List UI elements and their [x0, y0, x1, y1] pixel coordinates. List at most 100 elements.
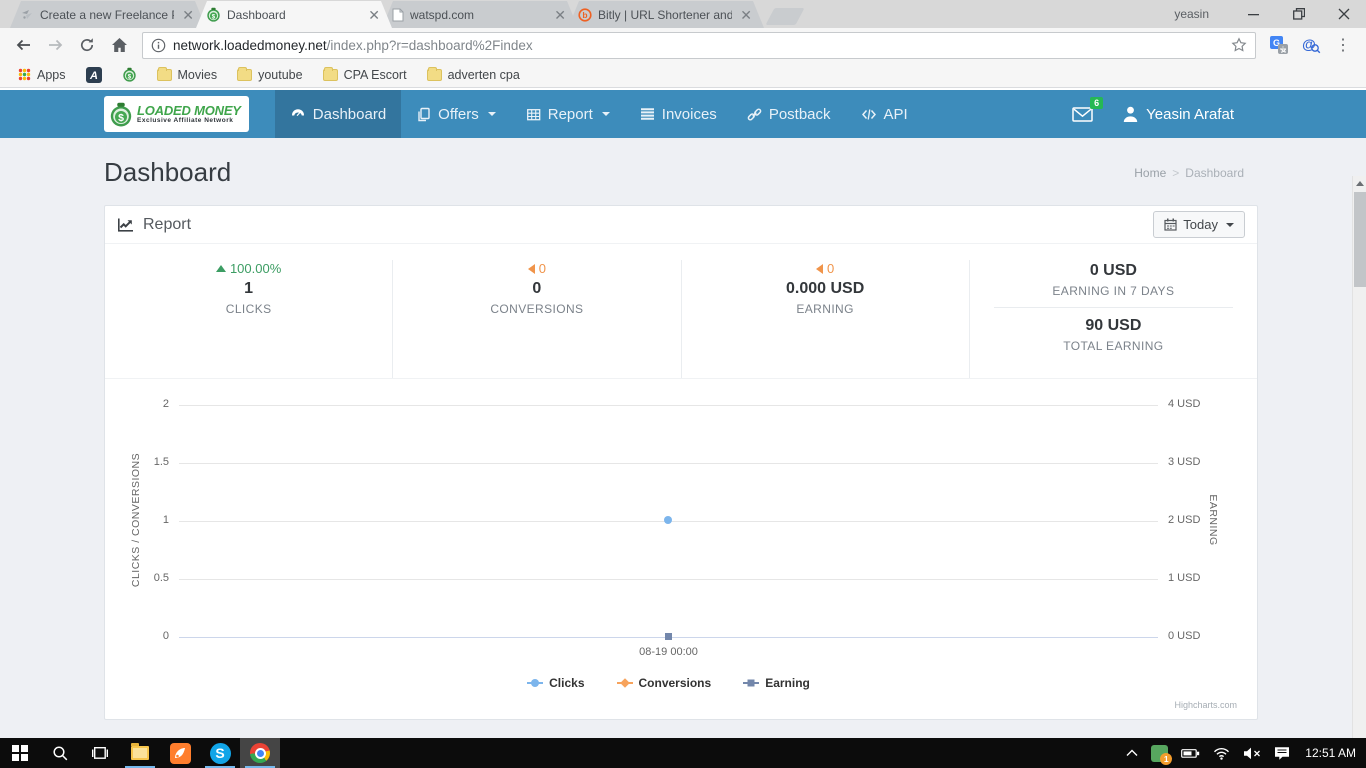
- nav-item-report[interactable]: Report: [511, 90, 625, 138]
- chrome-menu-icon[interactable]: ⋮: [1330, 35, 1356, 55]
- left-axis-title: CLICKS / CONVERSIONS: [130, 440, 142, 600]
- report-panel: Report Today 100.00% 1 CLICKS 0: [104, 205, 1258, 720]
- back-icon[interactable]: [10, 32, 36, 58]
- start-button[interactable]: [0, 738, 40, 768]
- browser-tab-strip: Create a new Freelance P ✕ $ Dashboard ✕…: [0, 0, 1366, 28]
- page-title: Dashboard: [104, 157, 231, 188]
- close-window-button[interactable]: [1321, 0, 1366, 28]
- url-text[interactable]: network.loadedmoney.net/index.php?r=dash…: [173, 38, 1224, 53]
- tab-close-icon[interactable]: ✕: [366, 8, 382, 22]
- nav-item-api[interactable]: API: [846, 90, 923, 138]
- tray-app-icon[interactable]: 1: [1151, 745, 1168, 762]
- action-center-icon[interactable]: [1274, 746, 1290, 760]
- dashboard-gauge-icon: [290, 106, 306, 122]
- bookmark-folder-movies[interactable]: Movies: [151, 68, 224, 82]
- battery-icon[interactable]: [1181, 748, 1200, 759]
- chrome-icon: [250, 743, 270, 763]
- restore-button[interactable]: [1276, 0, 1321, 28]
- earning-delta: 0: [682, 260, 969, 277]
- skype-icon: S: [210, 743, 231, 764]
- bookmark-a-logo[interactable]: A: [80, 67, 108, 83]
- calendar-icon: [1164, 218, 1177, 231]
- bookmark-folder-cpa-escort[interactable]: CPA Escort: [317, 68, 413, 82]
- loaded-money-favicon: $: [206, 7, 221, 22]
- clicks-delta: 100.00%: [105, 260, 392, 277]
- taskbar-skype[interactable]: S: [200, 738, 240, 768]
- conversions-delta: 0: [393, 260, 680, 277]
- legend-label: Earning: [765, 676, 810, 690]
- translate-extension-icon[interactable]: G: [1266, 32, 1292, 58]
- mention-search-extension-icon[interactable]: @: [1298, 32, 1324, 58]
- conversions-value: 0: [393, 280, 680, 298]
- chart-line-icon: [117, 217, 134, 233]
- clicks-data-point[interactable]: [664, 516, 672, 524]
- api-code-icon: [861, 107, 877, 122]
- tray-notification-badge: 1: [1160, 753, 1172, 765]
- tab-bitly[interactable]: b Bitly | URL Shortener and ✕: [568, 1, 764, 28]
- address-bar[interactable]: network.loadedmoney.net/index.php?r=dash…: [142, 32, 1256, 59]
- tab-close-icon[interactable]: ✕: [738, 8, 754, 22]
- scrollbar-thumb[interactable]: [1354, 192, 1366, 287]
- minimize-button[interactable]: [1231, 0, 1276, 28]
- tab-close-icon[interactable]: ✕: [180, 8, 196, 22]
- earning-7days-label: EARNING IN 7 DAYS: [970, 284, 1257, 298]
- left-axis-tick: 0: [105, 630, 169, 642]
- chevron-down-icon: [602, 112, 610, 116]
- bookmark-star-icon[interactable]: [1231, 37, 1247, 53]
- bookmark-money-icon[interactable]: $: [116, 67, 143, 82]
- volume-muted-icon[interactable]: [1243, 747, 1261, 760]
- page-viewport: $ LOADED MONEY Exclusive Affiliate Netwo…: [0, 88, 1366, 738]
- legend-item-conversions[interactable]: Conversions: [617, 675, 712, 691]
- earning-label: EARNING: [682, 302, 969, 316]
- breadcrumb-home[interactable]: Home: [1134, 166, 1166, 180]
- nav-item-invoices[interactable]: Invoices: [625, 90, 732, 138]
- scroll-up-icon[interactable]: [1353, 176, 1366, 191]
- page-info-icon[interactable]: [151, 38, 166, 53]
- page-scrollbar[interactable]: [1352, 176, 1366, 768]
- chrome-profile-name[interactable]: yeasin: [1174, 7, 1209, 21]
- tab-watspd[interactable]: watspd.com ✕: [382, 1, 578, 28]
- tab-dashboard[interactable]: $ Dashboard ✕: [196, 1, 392, 28]
- taskbar-clock[interactable]: 12:51 AM: [1305, 746, 1356, 760]
- nav-label: Dashboard: [313, 106, 386, 123]
- tray-expand-icon[interactable]: [1126, 749, 1138, 757]
- legend-item-clicks[interactable]: Clicks: [527, 675, 584, 691]
- apps-shortcut[interactable]: Apps: [12, 68, 72, 82]
- tab-close-icon[interactable]: ✕: [552, 8, 568, 22]
- task-view-button[interactable]: [80, 738, 120, 768]
- highcharts-credit[interactable]: Highcharts.com: [1174, 700, 1237, 710]
- invoices-list-icon: [640, 107, 655, 121]
- nav-item-offers[interactable]: Offers: [401, 90, 511, 138]
- gridline: [179, 463, 1158, 464]
- nav-item-postback[interactable]: Postback: [732, 90, 846, 138]
- bookmark-folder-youtube[interactable]: youtube: [231, 68, 308, 82]
- site-logo[interactable]: $ LOADED MONEY Exclusive Affiliate Netwo…: [104, 96, 249, 132]
- messages-button[interactable]: 6: [1072, 106, 1093, 123]
- reload-icon[interactable]: [74, 32, 100, 58]
- taskbar-file-explorer[interactable]: [120, 738, 160, 768]
- bookmark-folder-adverten-cpa[interactable]: adverten cpa: [421, 68, 526, 82]
- panel-header: Report Today: [105, 206, 1257, 244]
- new-tab-button[interactable]: [765, 8, 804, 25]
- taskbar-uc-browser[interactable]: [160, 738, 200, 768]
- taskbar-chrome[interactable]: [240, 738, 280, 768]
- folder-icon: [427, 69, 442, 81]
- nav-item-dashboard[interactable]: Dashboard: [275, 90, 401, 138]
- taskbar-search-button[interactable]: [40, 738, 80, 768]
- tab-freelancer[interactable]: Create a new Freelance P ✕: [10, 1, 206, 28]
- stat-earning-totals: 0 USD EARNING IN 7 DAYS 90 USD TOTAL EAR…: [970, 260, 1257, 378]
- legend-item-earning[interactable]: Earning: [743, 675, 810, 691]
- right-axis-tick: 4 USD: [1168, 398, 1238, 410]
- bookmarks-bar: Apps A $ Movies youtube CPA Escort adver…: [0, 62, 1366, 88]
- date-range-button[interactable]: Today: [1153, 211, 1245, 238]
- wifi-icon[interactable]: [1213, 747, 1230, 760]
- apps-grid-icon: [18, 68, 31, 81]
- report-chart: 2 1.5 1 0.5 0 4 USD 3 USD 2 USD 1 USD 0 …: [105, 379, 1257, 719]
- home-icon[interactable]: [106, 32, 132, 58]
- nav-label: Report: [548, 106, 593, 123]
- gridline: [179, 405, 1158, 406]
- svg-text:A: A: [89, 70, 98, 82]
- earning-data-point[interactable]: [665, 633, 672, 640]
- total-earning-label: TOTAL EARNING: [970, 339, 1257, 353]
- user-menu[interactable]: Yeasin Arafat: [1123, 106, 1234, 123]
